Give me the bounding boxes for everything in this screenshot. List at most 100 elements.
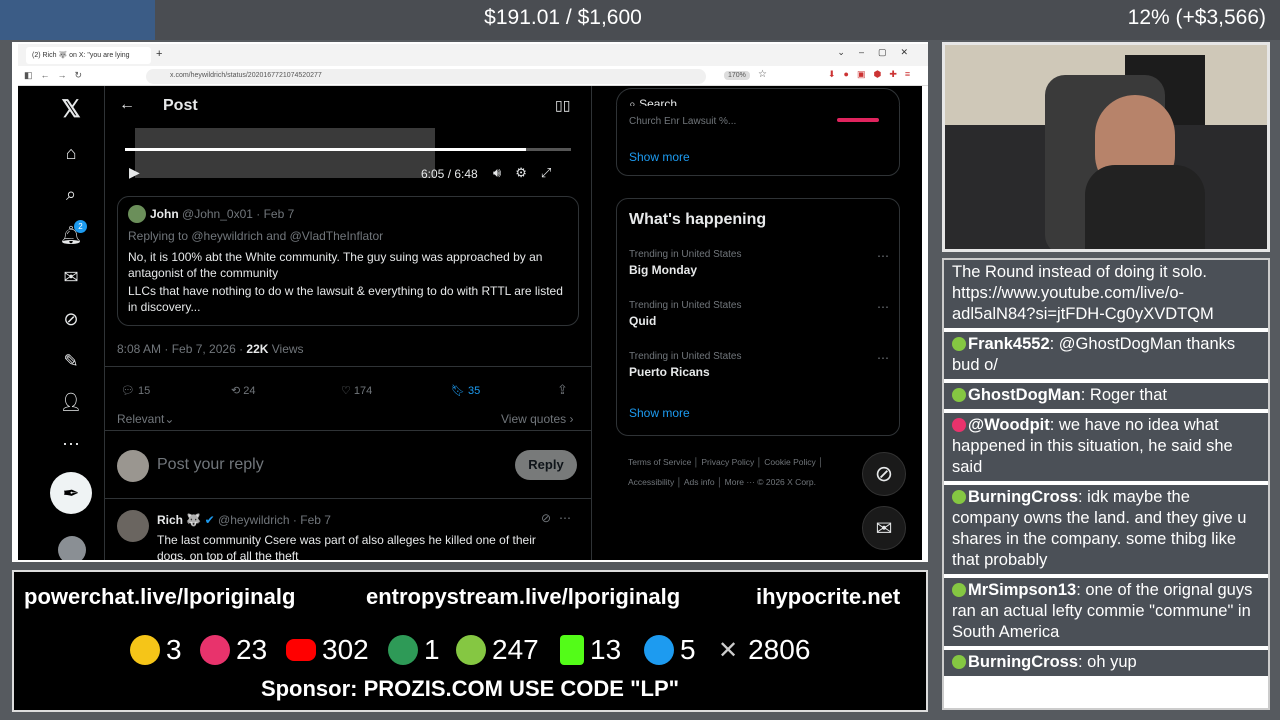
reply-button[interactable]: Reply — [515, 450, 577, 480]
stat-value: 2806 — [748, 634, 811, 665]
goal-percent: 12% (+$3,566) — [1127, 6, 1266, 29]
bookmark-icon: 🔖︎ — [451, 385, 469, 397]
extension-icons[interactable]: ⬇●▣⬢✚≡ — [828, 69, 918, 80]
x-logo-icon[interactable]: 𝕏 — [58, 96, 84, 123]
view-quotes-link[interactable]: View quotes › — [501, 412, 574, 426]
account-avatar[interactable] — [58, 536, 86, 560]
messages-icon[interactable]: ✉ — [58, 264, 84, 290]
search-icon[interactable]: ⌕ — [58, 181, 84, 207]
messages-floating-button[interactable]: ✉ — [862, 506, 906, 550]
post-meta: 8:08 AM · Feb 7, 2026 · 22K Views — [117, 342, 304, 356]
quote-author: John — [150, 207, 179, 221]
reply-input[interactable]: Post your reply — [157, 456, 264, 474]
video-controls[interactable]: 🔊︎⚙⤢ — [493, 165, 565, 181]
video-progress-track[interactable] — [125, 148, 571, 151]
page-title: Post — [163, 97, 198, 114]
reply-tweet-avatar[interactable] — [117, 510, 149, 542]
home-icon[interactable]: ⌂ — [58, 140, 84, 166]
browser-tab[interactable]: (2) Rich 🐺 on X: "you are lying — [26, 47, 151, 64]
trend-item[interactable]: Trending in United States Quid ⋯ — [629, 300, 889, 328]
views-label: Views — [268, 342, 304, 356]
stat-value: 1 — [424, 634, 440, 665]
rumble-badge-icon — [952, 337, 966, 351]
trend-context: Trending in United States — [629, 351, 742, 362]
heart-icon: ♡ — [341, 385, 354, 397]
share-icon[interactable]: ⇪ — [557, 382, 568, 398]
trend-more-icon[interactable]: ⋯ — [877, 351, 889, 365]
partial-trend: Church Enr Lawsuit %... — [629, 116, 737, 126]
back-arrow-icon[interactable]: ← — [119, 96, 135, 114]
footer-links: Terms of Service │ Privacy Policy │ Cook… — [628, 457, 824, 487]
grok-icon: ⊘ — [874, 461, 894, 486]
play-icon[interactable]: ▶ — [129, 164, 140, 181]
x-page: 𝕏 ⌂ ⌕ 🔔︎ 2 ✉ ⊘ ✎ 👤︎ ⋯ ✒ ← Post ▯▯ ▶ 6:05… — [18, 86, 922, 560]
rumble-play-icon — [456, 635, 486, 665]
video-progress-fill — [125, 148, 527, 151]
reply-action[interactable]: 💬︎ 15 — [121, 384, 150, 397]
grok-floating-button[interactable]: ⊘ — [862, 452, 906, 496]
chat-user: BurningCross — [968, 653, 1079, 671]
nav-buttons[interactable]: ◧←→↻ — [24, 70, 90, 81]
footer-link[interactable]: Terms of Service — [628, 457, 691, 467]
show-more-link[interactable]: Show more — [629, 150, 690, 164]
url-input[interactable]: x.com/heywildrich/status/202016772107452… — [146, 69, 706, 84]
address-bar: ◧←→↻ x.com/heywildrich/status/2020167721… — [18, 66, 928, 86]
quote-avatar — [128, 205, 146, 223]
post-time: 8:08 AM · Feb 7, 2026 · — [117, 342, 247, 356]
footer-link[interactable]: More ··· — [725, 477, 755, 487]
rumble-badge-icon — [952, 490, 966, 504]
trend-more-icon[interactable]: ⋯ — [877, 249, 889, 263]
tab-bar: (2) Rich 🐺 on X: "you are lying + ⌄–▢✕ — [18, 44, 928, 66]
show-more-link[interactable]: Show more — [629, 406, 690, 420]
compose-button[interactable]: ✒ — [50, 472, 92, 514]
stat-x: ✕ 2806 — [718, 634, 810, 666]
window-controls[interactable]: ⌄–▢✕ — [837, 47, 922, 58]
chat-user: @Woodpit — [968, 416, 1050, 434]
divider — [105, 498, 591, 499]
repost-action[interactable]: ⟲ 24 — [231, 384, 256, 397]
grok-icon[interactable]: ⊘ — [58, 306, 84, 332]
new-tab-icon[interactable]: + — [156, 48, 162, 60]
footer-link[interactable]: Ads info — [684, 477, 715, 487]
right-sidebar: ⌕ Search Church Enr Lawsuit %... Show mo… — [616, 86, 906, 560]
divider — [105, 430, 591, 431]
chat-user: Frank4552 — [968, 335, 1050, 353]
trend-more-icon[interactable]: ⋯ — [877, 300, 889, 314]
like-action[interactable]: ♡ 174 — [341, 384, 372, 397]
sort-relevant[interactable]: Relevant⌄ — [117, 412, 174, 426]
chat-user: BurningCross — [968, 488, 1079, 506]
bookmark-action[interactable]: 🔖︎ 35 — [451, 384, 480, 397]
footer-link[interactable]: Accessibility — [628, 477, 674, 487]
profile-icon[interactable]: 👤︎ — [58, 389, 84, 415]
stat-value: 302 — [322, 634, 369, 665]
verified-icon: ✔ — [204, 513, 215, 527]
reader-mode-icon[interactable]: ▯▯ — [555, 97, 570, 114]
notifications-icon[interactable]: 🔔︎ 2 — [58, 220, 87, 248]
video-frame[interactable] — [135, 128, 435, 178]
rumble-badge-icon — [952, 583, 966, 597]
zoom-level[interactable]: 170% — [724, 71, 750, 80]
drafts-icon[interactable]: ✎ — [58, 348, 84, 374]
quoted-post[interactable]: John @John_0x01 · Feb 7 Replying to @hey… — [117, 196, 579, 326]
bookmark-star-icon[interactable]: ☆ — [758, 69, 767, 80]
quote-handle: @John_0x01 · Feb 7 — [182, 207, 295, 221]
stat-value: 23 — [236, 634, 268, 665]
post-views: 22K — [246, 342, 269, 356]
reply-tweet-author[interactable]: Rich 🐺 — [157, 513, 201, 527]
reply-avatar — [117, 450, 149, 482]
repost-icon: ⟲ — [231, 385, 244, 397]
more-icon[interactable]: ⋯ — [58, 431, 84, 457]
trend-item[interactable]: Trending in United States Puerto Ricans … — [629, 351, 889, 379]
chat-user: MrSimpson13 — [968, 581, 1077, 599]
donation-goal: $191.01 / $1,600 — [484, 6, 642, 29]
rumble-badge-icon — [952, 655, 966, 669]
copyright: © 2026 X Corp. — [757, 477, 816, 487]
trend-item[interactable]: Trending in United States Big Monday ⋯ — [629, 249, 889, 277]
reply-tweet-text: The last community Csere was part of als… — [157, 533, 536, 560]
quote-text-2: LLCs that have nothing to do w the lawsu… — [128, 284, 563, 314]
footer-link[interactable]: Cookie Policy — [764, 457, 816, 467]
chat-message: GhostDogMan: Roger that — [944, 383, 1268, 409]
reply-tweet-menu[interactable]: ⊘⋯ — [541, 511, 579, 525]
trend-title: Puerto Ricans — [629, 365, 710, 379]
footer-link[interactable]: Privacy Policy — [701, 457, 754, 467]
